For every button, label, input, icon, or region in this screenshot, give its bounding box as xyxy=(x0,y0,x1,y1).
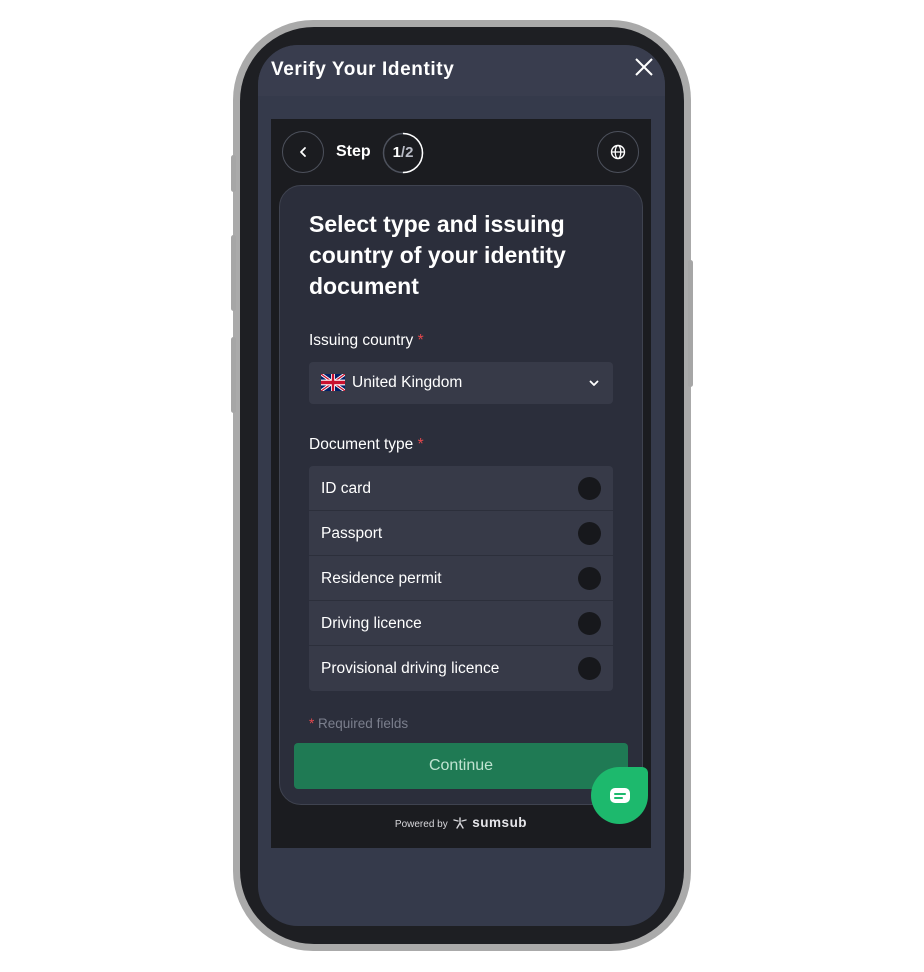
radio-button[interactable] xyxy=(578,567,601,590)
doc-option-provisional-driving-licence[interactable]: Provisional driving licence xyxy=(309,646,613,691)
required-asterisk: * xyxy=(417,436,424,453)
chat-button[interactable] xyxy=(591,767,648,824)
country-label-text: Issuing country xyxy=(309,332,414,349)
doc-option-label: Provisional driving licence xyxy=(321,660,500,677)
required-asterisk: * xyxy=(309,716,315,731)
step-label: Step xyxy=(336,143,371,160)
page-title: Verify Your Identity xyxy=(271,59,455,80)
powered-by-text: Powered by xyxy=(394,819,448,830)
close-icon[interactable] xyxy=(633,56,655,78)
doc-option-label: Passport xyxy=(321,525,383,542)
required-fields-note: * Required fields xyxy=(309,716,408,731)
chevron-down-icon xyxy=(589,380,599,386)
doc-option-label: Residence permit xyxy=(321,570,442,587)
step-current: 1 xyxy=(392,144,401,161)
doc-type-label: Document type * xyxy=(309,436,424,454)
phone-volume-up-button xyxy=(231,235,236,311)
doc-option-label: ID card xyxy=(321,480,371,497)
radio-button[interactable] xyxy=(578,612,601,635)
powered-by-footer: Powered by sumsub xyxy=(271,815,651,830)
doc-option-id-card[interactable]: ID card xyxy=(309,466,613,511)
step-progress: 1/2 xyxy=(382,132,424,174)
doc-option-residence-permit[interactable]: Residence permit xyxy=(309,556,613,601)
required-asterisk: * xyxy=(417,332,424,349)
form-title: Select type and issuing country of your … xyxy=(309,211,566,299)
doc-option-label: Driving licence xyxy=(321,615,422,632)
phone-volume-down-button xyxy=(231,337,236,413)
phone-side-button xyxy=(231,155,236,192)
country-select[interactable]: United Kingdom xyxy=(309,362,613,404)
document-type-list: ID card Passport Residence permit Drivin… xyxy=(309,466,613,691)
document-form-card: Select type and issuing country of your … xyxy=(279,185,643,805)
country-label: Issuing country * xyxy=(309,332,424,350)
radio-button[interactable] xyxy=(578,477,601,500)
uk-flag-icon xyxy=(321,374,345,391)
title-bar: Verify Your Identity xyxy=(258,45,665,96)
brand-name: sumsub xyxy=(472,815,528,830)
country-value: United Kingdom xyxy=(352,374,463,391)
globe-icon xyxy=(610,144,626,160)
phone-power-button xyxy=(688,260,693,387)
step-total: 2 xyxy=(405,144,414,161)
chat-icon xyxy=(609,787,630,803)
sumsub-logo-icon xyxy=(452,817,467,829)
continue-button[interactable]: Continue xyxy=(294,743,628,789)
doc-option-passport[interactable]: Passport xyxy=(309,511,613,556)
step-counter: 1/2 xyxy=(392,144,414,161)
radio-button[interactable] xyxy=(578,522,601,545)
verification-frame: Step 1/2 Select type and issuing country… xyxy=(271,119,651,848)
doc-option-driving-licence[interactable]: Driving licence xyxy=(309,601,613,646)
doc-type-label-text: Document type xyxy=(309,436,414,453)
required-note-text: Required fields xyxy=(318,716,409,731)
language-button[interactable] xyxy=(597,131,639,173)
chevron-left-icon xyxy=(300,147,306,157)
radio-button[interactable] xyxy=(578,657,601,680)
back-button[interactable] xyxy=(282,131,324,173)
